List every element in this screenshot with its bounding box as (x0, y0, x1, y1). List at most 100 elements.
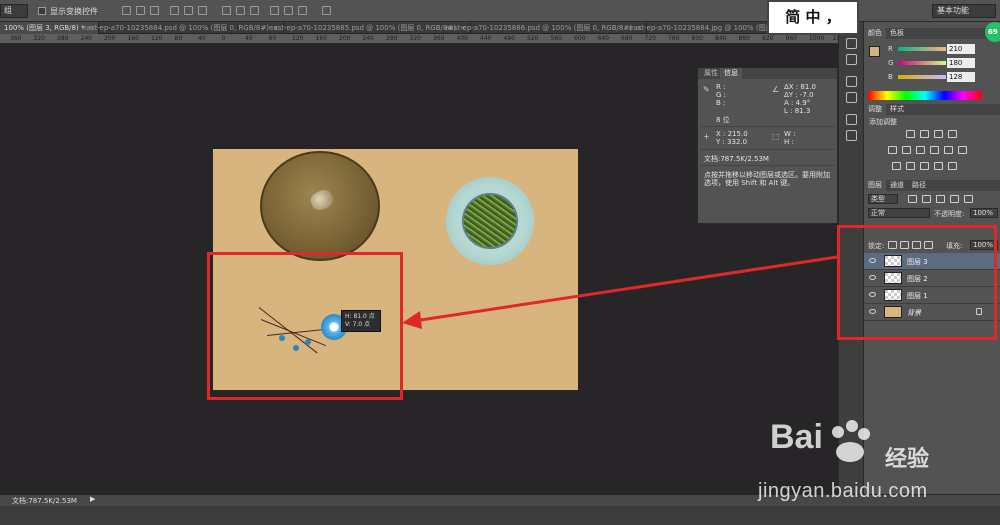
actions-play-icon[interactable] (846, 54, 857, 65)
brush-icon[interactable] (846, 114, 857, 125)
distribute-top-icon[interactable] (222, 6, 231, 15)
info-angle: A : 4.9° (784, 99, 811, 107)
info-icon[interactable] (846, 92, 857, 103)
ruler-tick-label: 480 (503, 35, 515, 42)
align-hcenter-icon[interactable] (184, 6, 193, 15)
doc-tab[interactable]: east-ep-a70-10235885.psd @ 100% (图层 0, R… (265, 22, 471, 34)
tab-swatches[interactable]: 色板 (886, 28, 908, 39)
annotation-arrow (402, 255, 838, 329)
show-transform-checkbox[interactable] (38, 7, 46, 15)
horizontal-ruler[interactable]: 360 320 280 240 200 160 120 80 40 0 40 80 120 160 200 2… (0, 34, 860, 44)
foreground-color-swatch[interactable] (869, 46, 880, 57)
distribute-hcenter-icon[interactable] (284, 6, 293, 15)
filter-pixel-icon[interactable] (908, 195, 917, 203)
color-spectrum-bar[interactable] (868, 91, 982, 100)
ruler-tick-label: 200 (104, 35, 116, 42)
ruler-tick-label: 920 (762, 35, 774, 42)
tab-layers[interactable]: 图层 (864, 180, 886, 191)
baidu-watermark-text: 经验 (885, 447, 930, 472)
ruler-tick-label: 600 (574, 35, 586, 42)
exposure-icon[interactable] (948, 130, 957, 138)
hue-saturation-icon[interactable] (902, 146, 911, 154)
properties-icon[interactable] (846, 76, 857, 87)
color-balance-icon[interactable] (916, 146, 925, 154)
color-g-slider[interactable] (898, 61, 946, 65)
color-r-slider[interactable] (898, 47, 946, 51)
distribute-right-icon[interactable] (298, 6, 307, 15)
curves-icon[interactable] (934, 130, 943, 138)
brightness-icon[interactable] (906, 130, 915, 138)
tab-properties[interactable]: 属性 (700, 68, 722, 79)
ruler-tick-label: 40 (245, 35, 253, 42)
tab-color[interactable]: 颜色 (864, 28, 886, 39)
clone-source-icon[interactable] (846, 130, 857, 141)
ruler-tick-label: 240 (362, 35, 374, 42)
tab-channels[interactable]: 通道 (886, 180, 908, 191)
levels-icon[interactable] (920, 130, 929, 138)
ruler-tick-label: 280 (57, 35, 69, 42)
ruler-tick-label: 800 (691, 35, 703, 42)
threshold-icon[interactable] (920, 162, 929, 170)
history-icon[interactable] (846, 38, 857, 49)
auto-select-dropdown[interactable]: 组 (0, 4, 28, 18)
info-panel-tabs: 属性 信息 (698, 68, 837, 79)
info-x: X : 215.0 (716, 130, 748, 138)
ruler-tick-label: 120 (292, 35, 304, 42)
tab-adjustments[interactable]: 调整 (864, 104, 886, 115)
opacity-input[interactable]: 100% (970, 208, 998, 218)
workspace-dropdown[interactable]: 基本功能 (932, 4, 996, 18)
doc-tab[interactable]: east-ep-a70-10235886.psd @ 100% (图层 0, R… (441, 22, 647, 34)
ruler-tick-label: 680 (621, 35, 633, 42)
filter-shape-icon[interactable] (950, 195, 959, 203)
bottom-area (0, 506, 1000, 525)
info-g: G : (716, 91, 727, 99)
gradient-map-icon[interactable] (934, 162, 943, 170)
color-r-value[interactable]: 210 (947, 44, 975, 54)
ruler-tick-label: 760 (668, 35, 680, 42)
auto-align-icon[interactable] (322, 6, 331, 15)
color-panel-tabs: 颜色 色板 (864, 28, 1000, 39)
doc-tab[interactable]: east-ep-a70-10235884.psd @ 100% (图层 0, R… (78, 22, 284, 34)
info-hint: 选项，使用 Shift 和 Alt 键。 (704, 179, 795, 187)
align-left-icon[interactable] (170, 6, 179, 15)
align-vcenter-icon[interactable] (136, 6, 145, 15)
align-top-icon[interactable] (122, 6, 131, 15)
divider (700, 149, 835, 150)
info-bit-depth: 8 位 (716, 116, 730, 124)
info-r: R : (716, 83, 726, 91)
ruler-tick-label: 0 (221, 35, 226, 42)
channel-mixer-icon[interactable] (958, 146, 967, 154)
filter-adjustment-icon[interactable] (922, 195, 931, 203)
align-right-icon[interactable] (198, 6, 207, 15)
tab-styles[interactable]: 样式 (886, 104, 908, 115)
ruler-tick-label: 120 (151, 35, 163, 42)
invert-icon[interactable] (892, 162, 901, 170)
color-b-value[interactable]: 128 (947, 72, 975, 82)
ruler-tick-label: 840 (715, 35, 727, 42)
ruler-tick-label: 720 (644, 35, 656, 42)
status-menu-arrow-icon[interactable]: ▶ (90, 495, 95, 503)
opacity-label: 不透明度: (934, 210, 965, 218)
posterize-icon[interactable] (906, 162, 915, 170)
photo-filter-icon[interactable] (944, 146, 953, 154)
info-w: W : (784, 130, 796, 138)
divider (700, 165, 835, 166)
eyedropper-icon: ✎ (703, 85, 710, 94)
align-bottom-icon[interactable] (150, 6, 159, 15)
distribute-vcenter-icon[interactable] (236, 6, 245, 15)
ruler-tick-label: 40 (198, 35, 206, 42)
filter-type-icon[interactable] (936, 195, 945, 203)
distribute-left-icon[interactable] (270, 6, 279, 15)
color-g-value[interactable]: 180 (947, 58, 975, 68)
filter-smart-icon[interactable] (964, 195, 973, 203)
tab-paths[interactable]: 路径 (908, 180, 930, 191)
layer-filter-dropdown[interactable]: 类型 (868, 194, 898, 204)
black-white-icon[interactable] (930, 146, 939, 154)
blend-mode-dropdown[interactable]: 正常 (868, 208, 930, 218)
selective-color-icon[interactable] (948, 162, 957, 170)
bounds-icon: ⬚ (772, 132, 780, 141)
color-b-slider[interactable] (898, 75, 946, 79)
tab-info[interactable]: 信息 (720, 68, 742, 79)
distribute-bottom-icon[interactable] (250, 6, 259, 15)
vibrance-icon[interactable] (888, 146, 897, 154)
